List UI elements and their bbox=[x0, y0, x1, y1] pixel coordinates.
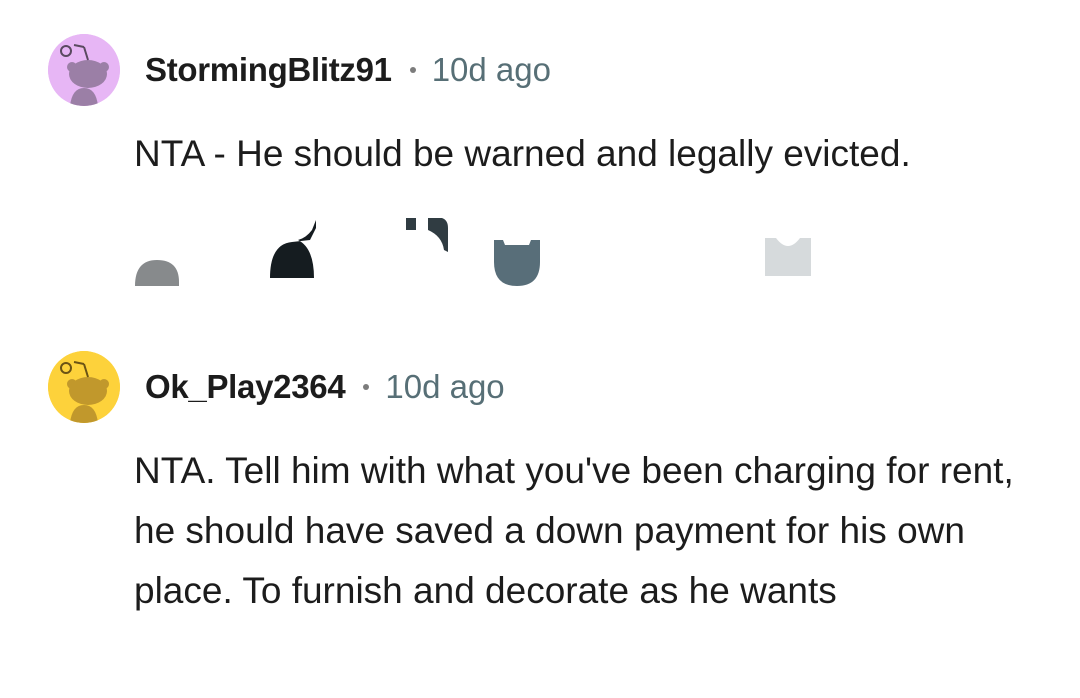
reddit-snoo-icon bbox=[48, 351, 120, 423]
username[interactable]: StormingBlitz91 bbox=[145, 51, 392, 89]
timestamp: 10d ago bbox=[385, 368, 505, 405]
reply-icon[interactable] bbox=[404, 216, 454, 264]
separator-dot bbox=[409, 67, 416, 73]
comment-meta: StormingBlitz91 10d ago bbox=[145, 50, 551, 90]
comment-body: NTA. Tell him with what you've been char… bbox=[134, 450, 1014, 611]
username[interactable]: Ok_Play2364 bbox=[145, 368, 346, 406]
comment-body: NTA - He should be warned and legally ev… bbox=[134, 133, 911, 174]
avatar[interactable] bbox=[48, 34, 120, 106]
comment-actions bbox=[0, 214, 1080, 286]
award-icon[interactable] bbox=[493, 236, 541, 288]
avatar[interactable] bbox=[48, 351, 120, 423]
separator-dot bbox=[363, 384, 370, 390]
timestamp: 10d ago bbox=[431, 51, 551, 88]
upvote-icon[interactable] bbox=[133, 252, 181, 288]
share-icon[interactable] bbox=[764, 236, 812, 278]
reddit-snoo-icon bbox=[48, 34, 120, 106]
comment-meta: Ok_Play2364 10d ago bbox=[145, 367, 505, 407]
downvote-icon[interactable] bbox=[268, 218, 320, 288]
